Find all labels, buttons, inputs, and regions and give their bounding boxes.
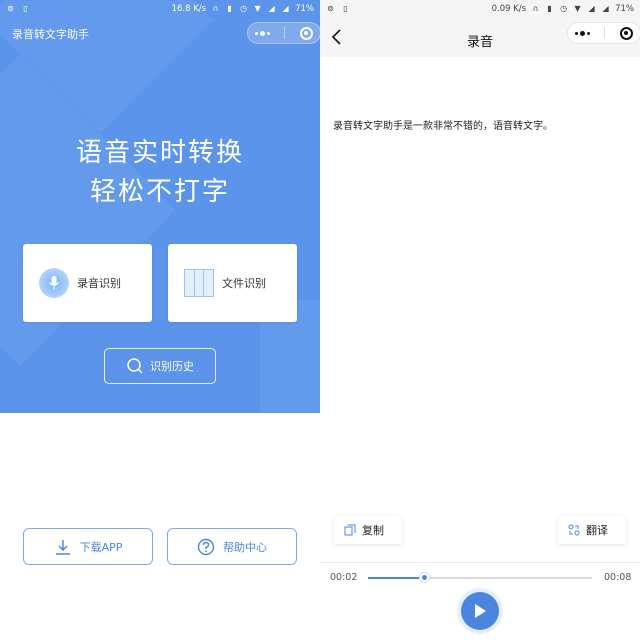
- storage-icon: ▯: [343, 4, 348, 13]
- more-options-icon[interactable]: [255, 30, 271, 36]
- status-bar: ⊚ ▯ 16.8 K/s ∩ ▮ ◷ ▼ ◢ ◢ 71%: [0, 0, 320, 17]
- total-time: 00:08: [604, 572, 632, 583]
- download-icon: [55, 539, 70, 555]
- network-speed: 0.09 K/s: [491, 3, 527, 14]
- player-divider: [320, 562, 640, 563]
- microphone-icon: [39, 268, 69, 298]
- wifi-icon: ▼: [574, 4, 581, 13]
- status-bar: ⊚ ▯ 0.09 K/s ∩ ▮ ◷ ▼ ◢ ◢ 71%: [320, 0, 640, 17]
- file-columns-icon: [184, 269, 214, 297]
- wifi-icon: ▼: [254, 4, 261, 13]
- copy-button[interactable]: 复制: [334, 516, 402, 544]
- play-icon: [475, 604, 486, 618]
- app-notification-icon: ⊚: [327, 4, 334, 13]
- headphones-icon: ∩: [212, 4, 219, 13]
- help-label: 帮助中心: [223, 540, 267, 554]
- battery-level: 71%: [615, 3, 634, 14]
- progress-fill: [368, 577, 424, 579]
- current-time: 00:02: [330, 572, 358, 583]
- recognition-history-button[interactable]: 识别历史: [104, 348, 216, 384]
- headline-line-1: 语音实时转换: [75, 138, 244, 168]
- search-icon: [127, 358, 143, 374]
- recording-screen: ⊚ ▯ 0.09 K/s ∩ ▮ ◷ ▼ ◢ ◢ 71% 录音 录音转文字助手是…: [320, 0, 640, 640]
- app-title: 录音转文字助手: [12, 28, 89, 41]
- miniprogram-capsule: [247, 22, 320, 44]
- download-label: 下载APP: [79, 540, 123, 554]
- progress-thumb[interactable]: [418, 572, 430, 583]
- copy-icon: [344, 524, 356, 536]
- signal-icon: ◢: [602, 4, 609, 13]
- signal-icon: ◢: [588, 4, 595, 13]
- download-app-button[interactable]: 下载APP: [23, 528, 153, 565]
- history-label: 识别历史: [150, 360, 194, 373]
- vibrate-icon: ▮: [227, 4, 232, 13]
- headline-line-2: 轻松不打字: [89, 177, 230, 207]
- help-center-button[interactable]: 帮助中心: [167, 528, 297, 565]
- file-recognition-card[interactable]: 文件识别: [168, 244, 297, 322]
- record-recognition-card[interactable]: 录音识别: [23, 244, 152, 322]
- close-miniprogram-icon[interactable]: [619, 26, 633, 40]
- storage-icon: ▯: [23, 4, 28, 13]
- vibrate-icon: ▮: [547, 4, 552, 13]
- card-label: 文件识别: [222, 277, 266, 290]
- signal-icon: ◢: [268, 4, 275, 13]
- card-label: 录音识别: [77, 277, 121, 290]
- battery-level: 71%: [295, 3, 314, 14]
- transcript-text: 录音转文字助手是一款非常不错的，语音转文字。: [333, 121, 553, 132]
- translate-button[interactable]: 翻译: [558, 516, 626, 544]
- close-miniprogram-icon[interactable]: [299, 26, 313, 40]
- capsule-divider: [604, 27, 606, 39]
- play-button[interactable]: [461, 592, 499, 630]
- home-screen: ⊚ ▯ 16.8 K/s ∩ ▮ ◷ ▼ ◢ ◢ 71% 录音转文字助手 语音实…: [0, 0, 320, 640]
- alarm-icon: ◷: [560, 4, 568, 13]
- app-notification-icon: ⊚: [7, 4, 14, 13]
- more-options-icon[interactable]: [575, 30, 591, 36]
- miniprogram-capsule: [567, 22, 640, 44]
- signal-icon: ◢: [282, 4, 289, 13]
- help-icon: [197, 538, 215, 555]
- headphones-icon: ∩: [532, 4, 539, 13]
- progress-track[interactable]: [368, 577, 592, 579]
- network-speed: 16.8 K/s: [171, 3, 207, 14]
- copy-label: 复制: [362, 524, 384, 537]
- translate-icon: [568, 524, 580, 536]
- alarm-icon: ◷: [240, 4, 248, 13]
- capsule-divider: [284, 27, 286, 39]
- translate-label: 翻译: [586, 524, 608, 537]
